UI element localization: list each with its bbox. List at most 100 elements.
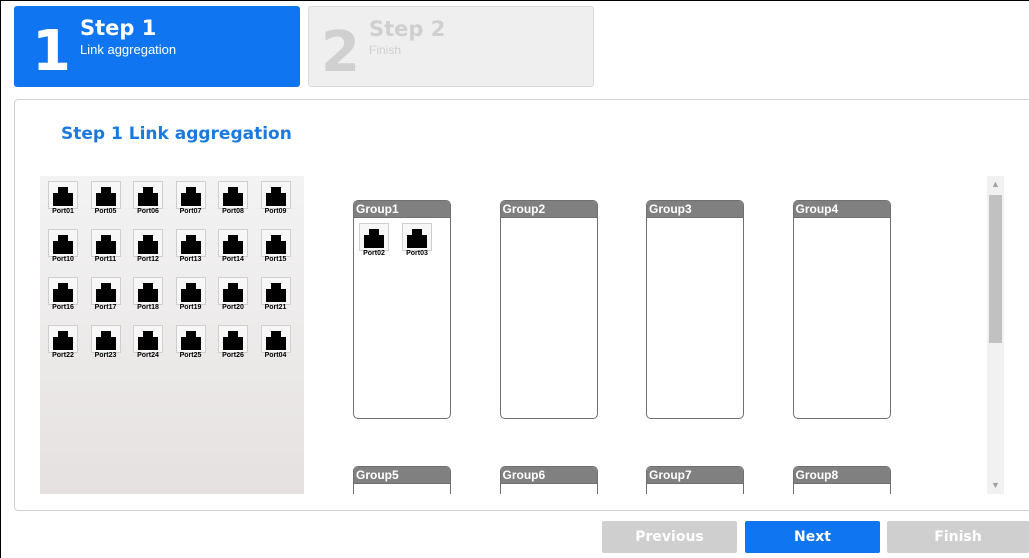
- next-button[interactable]: Next: [745, 521, 880, 553]
- ethernet-port-icon: [133, 229, 163, 257]
- port-item[interactable]: Port18: [130, 274, 166, 320]
- port-item[interactable]: Port16: [45, 274, 81, 320]
- port-item[interactable]: Port26: [215, 322, 251, 368]
- step-1-tab[interactable]: 1 Step 1 Link aggregation: [14, 6, 300, 87]
- ethernet-port-icon: [218, 277, 248, 305]
- port-item[interactable]: Port06: [130, 178, 166, 224]
- ethernet-port-icon: [90, 181, 121, 209]
- port-item[interactable]: Port17: [88, 274, 124, 320]
- port-label: Port18: [137, 304, 159, 311]
- vertical-scrollbar[interactable]: ▲ ▼: [987, 176, 1004, 494]
- scrollbar-thumb[interactable]: [989, 195, 1002, 343]
- link-group-2[interactable]: Group2: [499, 200, 598, 419]
- group-header: Group4: [793, 201, 890, 218]
- group-header: Group7: [647, 467, 743, 484]
- link-group-1[interactable]: Group1 Port02 Port03: [353, 200, 451, 419]
- port-item[interactable]: Port02: [356, 220, 392, 266]
- port-item[interactable]: Port05: [88, 178, 124, 224]
- port-item[interactable]: Port08: [215, 178, 251, 224]
- group-header: Group8: [793, 467, 890, 484]
- ethernet-port-icon: [48, 277, 78, 305]
- ethernet-port-icon: [133, 277, 163, 305]
- port-item[interactable]: Port25: [173, 322, 209, 368]
- port-item[interactable]: Port01: [45, 178, 81, 224]
- step-2-number: 2: [321, 20, 360, 85]
- scroll-down-arrow-icon[interactable]: ▼: [987, 477, 1004, 494]
- port-label: Port11: [94, 256, 117, 263]
- ethernet-port-icon: [359, 223, 389, 251]
- group-header: Group6: [500, 467, 597, 484]
- port-item[interactable]: Port23: [88, 322, 124, 368]
- port-label: Port14: [222, 256, 244, 263]
- port-label: Port25: [179, 352, 202, 359]
- port-label: Port07: [179, 208, 202, 215]
- port-item[interactable]: Port11: [88, 226, 124, 272]
- port-label: Port17: [94, 304, 117, 311]
- ethernet-port-icon: [48, 181, 78, 209]
- port-item[interactable]: Port24: [130, 322, 166, 368]
- step-2-subtitle: Finish: [369, 43, 402, 57]
- port-label: Port13: [179, 256, 202, 263]
- port-label: Port04: [264, 352, 287, 359]
- ethernet-port-icon: [48, 229, 78, 257]
- ethernet-port-icon: [90, 325, 121, 353]
- port-item[interactable]: Port07: [173, 178, 209, 224]
- port-item[interactable]: Port21: [258, 274, 294, 320]
- port-label: Port12: [137, 256, 159, 263]
- ethernet-port-icon: [260, 277, 291, 305]
- ethernet-port-icon: [260, 181, 291, 209]
- page-title: Step 1 Link aggregation: [61, 124, 292, 144]
- ethernet-port-icon: [218, 325, 248, 353]
- port-label: Port16: [52, 304, 74, 311]
- port-item[interactable]: Port03: [399, 220, 435, 266]
- port-item[interactable]: Port22: [45, 322, 81, 368]
- finish-button[interactable]: Finish: [887, 521, 1029, 553]
- main-panel: Step 1 Link aggregation Port01 Port05 Port…: [14, 99, 1029, 511]
- link-group-7[interactable]: Group7: [646, 466, 744, 494]
- port-label: Port23: [94, 352, 117, 359]
- port-label: Port02: [363, 250, 385, 257]
- port-label: Port22: [52, 352, 74, 359]
- port-pool[interactable]: Port01 Port05 Port06 Port07 Port08 Port09 Port…: [40, 176, 304, 494]
- link-group-4[interactable]: Group4: [792, 200, 891, 419]
- port-item[interactable]: Port14: [215, 226, 251, 272]
- step-1-subtitle: Link aggregation: [80, 42, 177, 57]
- port-item[interactable]: Port10: [45, 226, 81, 272]
- port-item[interactable]: Port04: [258, 322, 294, 368]
- ethernet-port-icon: [133, 181, 163, 209]
- port-label: Port01: [52, 208, 74, 215]
- ethernet-port-icon: [260, 325, 291, 353]
- ethernet-port-icon: [218, 229, 248, 257]
- link-group-5[interactable]: Group5: [353, 466, 451, 494]
- previous-button[interactable]: Previous: [602, 521, 737, 553]
- port-label: Port21: [264, 304, 287, 311]
- scroll-up-arrow-icon[interactable]: ▲: [987, 176, 1004, 193]
- port-label: Port06: [137, 208, 159, 215]
- port-label: Port15: [264, 256, 287, 263]
- ethernet-port-icon: [260, 229, 291, 257]
- link-group-6[interactable]: Group6: [499, 466, 598, 494]
- port-item[interactable]: Port15: [258, 226, 294, 272]
- port-item[interactable]: Port19: [173, 274, 209, 320]
- ethernet-port-icon: [175, 277, 206, 305]
- port-label: Port10: [52, 256, 74, 263]
- port-item[interactable]: Port20: [215, 274, 251, 320]
- port-item[interactable]: Port09: [258, 178, 294, 224]
- port-item[interactable]: Port12: [130, 226, 166, 272]
- port-label: Port19: [179, 304, 202, 311]
- link-group-8[interactable]: Group8: [792, 466, 891, 494]
- port-label: Port08: [222, 208, 244, 215]
- port-label: Port09: [264, 208, 287, 215]
- group-header: Group3: [647, 201, 743, 218]
- ethernet-port-icon: [90, 229, 121, 257]
- link-group-3[interactable]: Group3: [646, 200, 744, 419]
- ethernet-port-icon: [90, 277, 121, 305]
- ethernet-port-icon: [175, 325, 206, 353]
- ethernet-port-icon: [402, 223, 432, 251]
- step-2-tab[interactable]: 2 Step 2 Finish: [308, 6, 594, 87]
- port-item[interactable]: Port13: [173, 226, 209, 272]
- ethernet-port-icon: [175, 229, 206, 257]
- ethernet-port-icon: [175, 181, 206, 209]
- ethernet-port-icon: [133, 325, 163, 353]
- step-1-title: Step 1: [80, 16, 157, 40]
